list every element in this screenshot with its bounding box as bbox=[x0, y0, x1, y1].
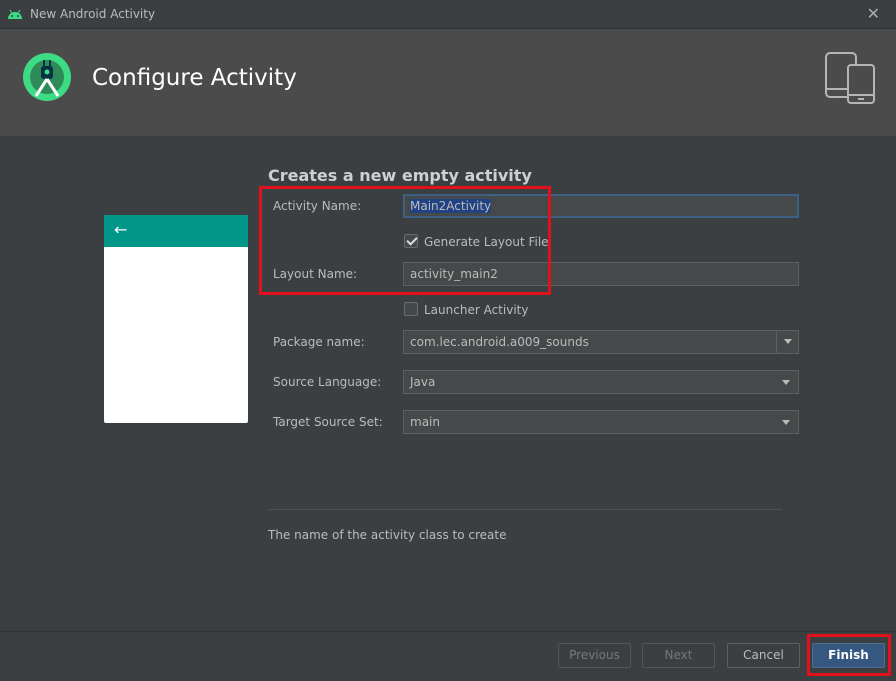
close-icon[interactable]: ✕ bbox=[867, 4, 880, 23]
package-dropdown-button[interactable] bbox=[776, 331, 798, 353]
package-name-label: Package name: bbox=[273, 335, 365, 349]
source-language-label: Source Language: bbox=[273, 375, 382, 389]
divider bbox=[268, 509, 782, 510]
window-title: New Android Activity bbox=[30, 7, 156, 21]
annotation-highlight-box bbox=[259, 186, 551, 295]
footer-divider bbox=[0, 631, 896, 632]
package-name-combobox[interactable]: com.lec.android.a009_sounds bbox=[403, 330, 799, 354]
package-name-value: com.lec.android.a009_sounds bbox=[410, 335, 589, 349]
section-title: Creates a new empty activity bbox=[268, 166, 532, 185]
activity-preview: ← bbox=[104, 215, 248, 423]
source-language-value: Java bbox=[410, 375, 436, 389]
back-arrow-icon: ← bbox=[114, 220, 128, 239]
annotation-highlight-box bbox=[807, 634, 891, 676]
launcher-activity-label: Launcher Activity bbox=[424, 303, 529, 317]
source-language-select[interactable]: Java bbox=[403, 370, 799, 394]
target-source-label: Target Source Set: bbox=[273, 415, 383, 429]
target-source-select[interactable]: main bbox=[403, 410, 799, 434]
launcher-activity-checkbox[interactable] bbox=[404, 302, 418, 316]
chevron-down-icon bbox=[784, 339, 792, 344]
wizard-header: Configure Activity bbox=[0, 29, 896, 136]
page-title: Configure Activity bbox=[92, 65, 297, 91]
device-icon bbox=[825, 52, 875, 104]
cancel-button[interactable]: Cancel bbox=[727, 643, 800, 668]
android-icon bbox=[8, 9, 22, 19]
chevron-down-icon bbox=[782, 380, 790, 385]
chevron-down-icon bbox=[782, 420, 790, 425]
window-titlebar: New Android Activity ✕ bbox=[0, 0, 896, 29]
next-button[interactable]: Next bbox=[642, 643, 715, 668]
android-studio-logo bbox=[23, 53, 71, 101]
preview-app-bar: ← bbox=[104, 215, 248, 247]
target-source-value: main bbox=[410, 415, 440, 429]
field-hint: The name of the activity class to create bbox=[268, 528, 507, 542]
previous-button[interactable]: Previous bbox=[558, 643, 631, 668]
